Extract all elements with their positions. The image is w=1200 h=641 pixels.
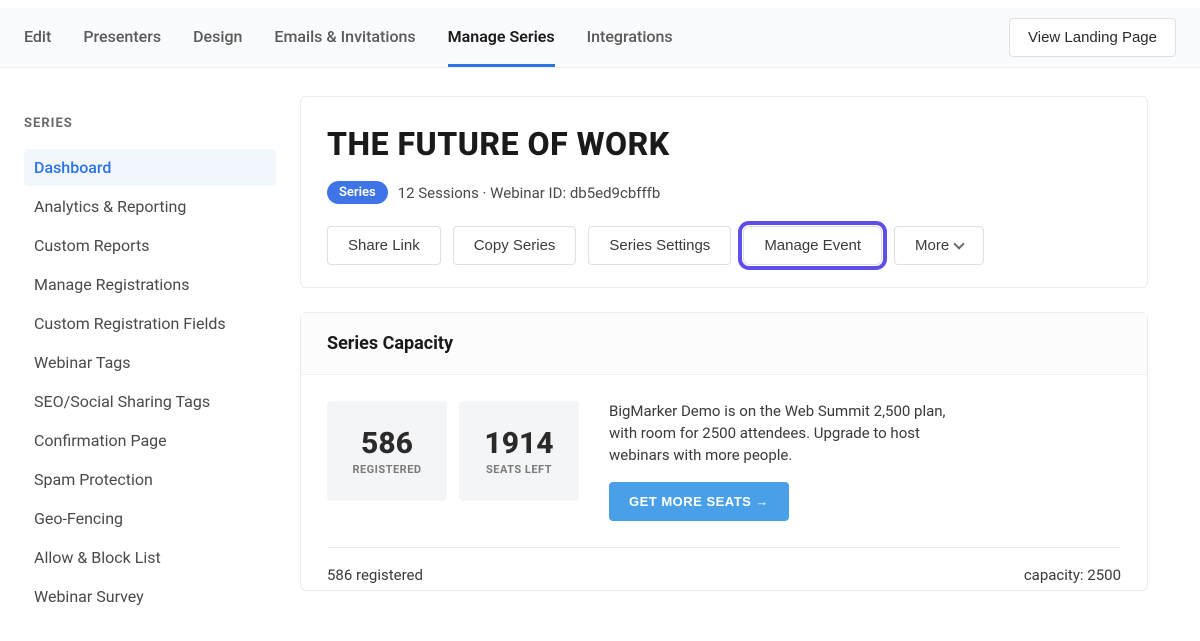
sidebar-item-allow-block-list[interactable]: Allow & Block List [24,539,276,576]
seats-left-label: SEATS LEFT [486,463,552,476]
copy-series-button[interactable]: Copy Series [453,226,577,265]
share-link-button[interactable]: Share Link [327,226,441,265]
sidebar-item-geo-fencing[interactable]: Geo-Fencing [24,500,276,537]
registered-label: REGISTERED [352,463,421,476]
sidebar-item-webinar-survey[interactable]: Webinar Survey [24,578,276,615]
capacity-body: 586 REGISTERED 1914 SEATS LEFT BigMarker… [301,375,1147,547]
tab-edit[interactable]: Edit [24,8,51,67]
manage-event-button[interactable]: Manage Event [743,226,882,265]
sidebar-heading: SERIES [24,116,276,131]
series-capacity-card: Series Capacity 586 REGISTERED 1914 SEAT… [300,312,1148,591]
sidebar-item-analytics-reporting[interactable]: Analytics & Reporting [24,188,276,225]
sidebar-item-manage-registrations[interactable]: Manage Registrations [24,266,276,303]
get-more-seats-button[interactable]: GET MORE SEATS → [609,482,789,521]
action-row: Share Link Copy Series Series Settings M… [327,226,1121,265]
seats-left-stat-box: 1914 SEATS LEFT [459,401,579,501]
series-badge: Series [327,181,388,204]
registered-number: 586 [361,426,413,461]
nav-tabs: Edit Presenters Design Emails & Invitati… [24,8,673,67]
capacity-description-block: BigMarker Demo is on the Web Summit 2,50… [591,401,1121,521]
capacity-footer-capacity: capacity: 2500 [1024,566,1121,584]
body: SERIES Dashboard Analytics & Reporting C… [0,68,1200,641]
top-strip [0,0,1200,8]
series-settings-button[interactable]: Series Settings [588,226,731,265]
tab-design[interactable]: Design [193,8,242,67]
capacity-footer: 586 registered capacity: 2500 [327,547,1121,590]
tab-emails-invitations[interactable]: Emails & Invitations [274,8,415,67]
sidebar-item-spam-protection[interactable]: Spam Protection [24,461,276,498]
capacity-description: BigMarker Demo is on the Web Summit 2,50… [609,401,949,466]
capacity-title: Series Capacity [327,333,1121,354]
tab-integrations[interactable]: Integrations [587,8,673,67]
capacity-header: Series Capacity [301,313,1147,375]
more-button-label: More [915,237,949,254]
sidebar-item-confirmation-page[interactable]: Confirmation Page [24,422,276,459]
main-navbar: Edit Presenters Design Emails & Invitati… [0,8,1200,68]
sidebar-item-dashboard[interactable]: Dashboard [24,149,276,186]
sidebar-item-custom-registration-fields[interactable]: Custom Registration Fields [24,305,276,342]
series-header-card: THE FUTURE OF WORK Series 12 Sessions · … [300,96,1148,288]
registered-stat-box: 586 REGISTERED [327,401,447,501]
view-landing-page-button[interactable]: View Landing Page [1009,18,1176,57]
page-title: THE FUTURE OF WORK [327,125,1121,163]
chevron-down-icon [954,238,965,249]
capacity-footer-registered: 586 registered [327,566,423,584]
main-content: THE FUTURE OF WORK Series 12 Sessions · … [300,68,1200,641]
sidebar-item-custom-reports[interactable]: Custom Reports [24,227,276,264]
meta-row: Series 12 Sessions · Webinar ID: db5ed9c… [327,181,1121,204]
sidebar: SERIES Dashboard Analytics & Reporting C… [0,68,300,641]
tab-presenters[interactable]: Presenters [83,8,161,67]
sidebar-item-webinar-tags[interactable]: Webinar Tags [24,344,276,381]
more-button[interactable]: More [894,226,984,265]
sidebar-item-seo-social-sharing[interactable]: SEO/Social Sharing Tags [24,383,276,420]
seats-left-number: 1914 [484,426,553,461]
tab-manage-series[interactable]: Manage Series [448,8,555,67]
series-meta-text: 12 Sessions · Webinar ID: db5ed9cbfffb [398,184,661,202]
